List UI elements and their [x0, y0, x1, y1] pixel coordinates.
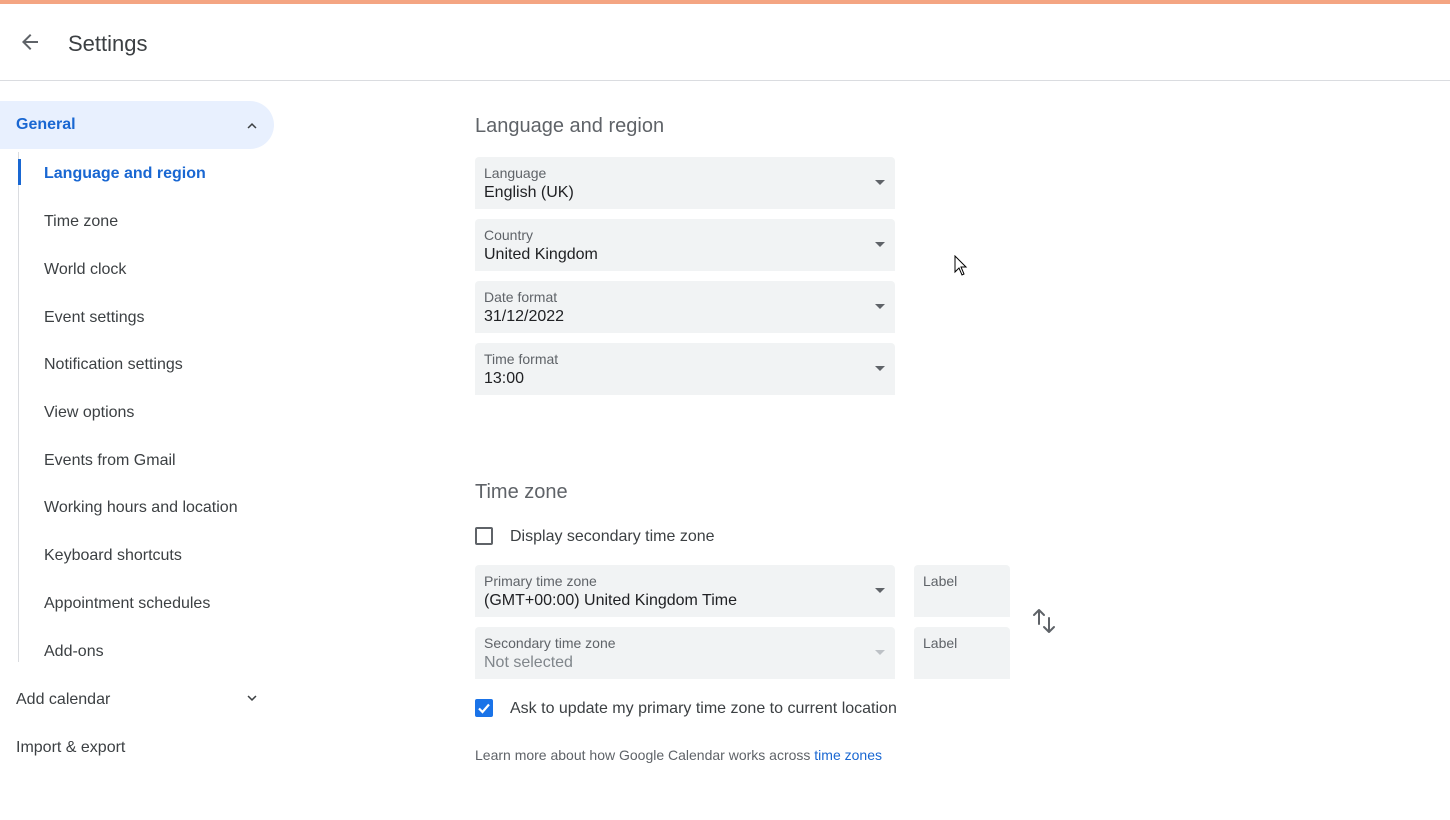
- sidebar-item-view-options[interactable]: View options: [44, 401, 134, 425]
- time-zones-link[interactable]: time zones: [814, 747, 882, 763]
- country-select[interactable]: Country United Kingdom: [475, 219, 895, 271]
- sidebar-item-import-export[interactable]: Import & export: [16, 736, 125, 760]
- field-label: Date format: [484, 289, 558, 305]
- chevron-down-icon[interactable]: [243, 689, 261, 712]
- section-title-language-region: Language and region: [475, 115, 665, 137]
- back-button[interactable]: [8, 22, 52, 66]
- sidebar-item-time-zone[interactable]: Time zone: [44, 210, 118, 234]
- primary-time-zone-select[interactable]: Primary time zone (GMT+00:00) United Kin…: [475, 565, 895, 617]
- secondary-time-zone-select[interactable]: Secondary time zone Not selected: [475, 627, 895, 679]
- sidebar-item-add-ons[interactable]: Add-ons: [44, 640, 104, 664]
- dropdown-arrow-icon: [875, 242, 885, 247]
- date-format-select[interactable]: Date format 31/12/2022: [475, 281, 895, 333]
- check-icon: [475, 703, 493, 721]
- sidebar-item-keyboard-shortcuts[interactable]: Keyboard shortcuts: [44, 544, 182, 568]
- dropdown-arrow-icon: [875, 180, 885, 185]
- sidebar-item-events-from-gmail[interactable]: Events from Gmail: [44, 449, 176, 473]
- time-format-select[interactable]: Time format 13:00: [475, 343, 895, 395]
- ask-update-label[interactable]: Ask to update my primary time zone to cu…: [510, 698, 897, 720]
- section-title-time-zone: Time zone: [475, 481, 568, 503]
- dropdown-arrow-icon: [875, 304, 885, 309]
- swap-time-zones-button[interactable]: [1030, 606, 1058, 636]
- field-label: Time format: [484, 351, 559, 367]
- field-value: 13:00: [484, 370, 525, 387]
- field-label: Secondary time zone: [484, 635, 616, 651]
- field-label: Country: [484, 227, 534, 243]
- chevron-up-icon: [243, 117, 261, 140]
- sidebar-item-world-clock[interactable]: World clock: [44, 258, 126, 282]
- field-value: (GMT+00:00) United Kingdom Time: [484, 592, 737, 609]
- sidebar-item-language-and-region[interactable]: Language and region: [44, 162, 206, 186]
- arrow-back-icon: [18, 30, 42, 59]
- language-select[interactable]: Language English (UK): [475, 157, 895, 209]
- settings-sidebar: General Language and region Time zone Wo…: [0, 82, 300, 820]
- field-value: Not selected: [484, 654, 573, 671]
- field-value: English (UK): [484, 184, 574, 201]
- learn-more-text: Learn more about how Google Calendar wor…: [475, 747, 882, 763]
- ask-update-checkbox[interactable]: [475, 699, 493, 717]
- mouse-pointer-icon: [954, 254, 968, 282]
- dropdown-arrow-icon: [875, 588, 885, 593]
- sidebar-item-notification-settings[interactable]: Notification settings: [44, 353, 183, 377]
- field-placeholder: Label: [923, 635, 958, 651]
- page-title: Settings: [68, 31, 148, 56]
- sidebar-item-working-hours[interactable]: Working hours and location: [44, 496, 238, 520]
- learn-more-prefix: Learn more about how Google Calendar wor…: [475, 747, 815, 763]
- field-label: Primary time zone: [484, 573, 597, 589]
- settings-header: Settings: [0, 4, 1450, 81]
- sub-nav-rail: [18, 152, 19, 662]
- sidebar-item-general[interactable]: General: [0, 101, 274, 149]
- dropdown-arrow-icon: [875, 366, 885, 371]
- secondary-label-input[interactable]: Label: [914, 627, 1010, 679]
- sidebar-item-add-calendar[interactable]: Add calendar: [16, 688, 110, 712]
- field-value: 31/12/2022: [484, 308, 565, 325]
- sidebar-item-event-settings[interactable]: Event settings: [44, 306, 145, 330]
- swap-vertical-icon: [1030, 609, 1058, 640]
- display-secondary-label[interactable]: Display secondary time zone: [510, 526, 715, 548]
- field-value: United Kingdom: [484, 246, 598, 263]
- active-indicator: [18, 159, 21, 185]
- field-label: Language: [484, 165, 547, 181]
- field-placeholder: Label: [923, 573, 958, 589]
- sidebar-item-label: General: [16, 116, 76, 133]
- display-secondary-checkbox[interactable]: [475, 527, 493, 545]
- primary-label-input[interactable]: Label: [914, 565, 1010, 617]
- dropdown-arrow-icon: [875, 650, 885, 655]
- sidebar-item-appointment-schedules[interactable]: Appointment schedules: [44, 592, 210, 616]
